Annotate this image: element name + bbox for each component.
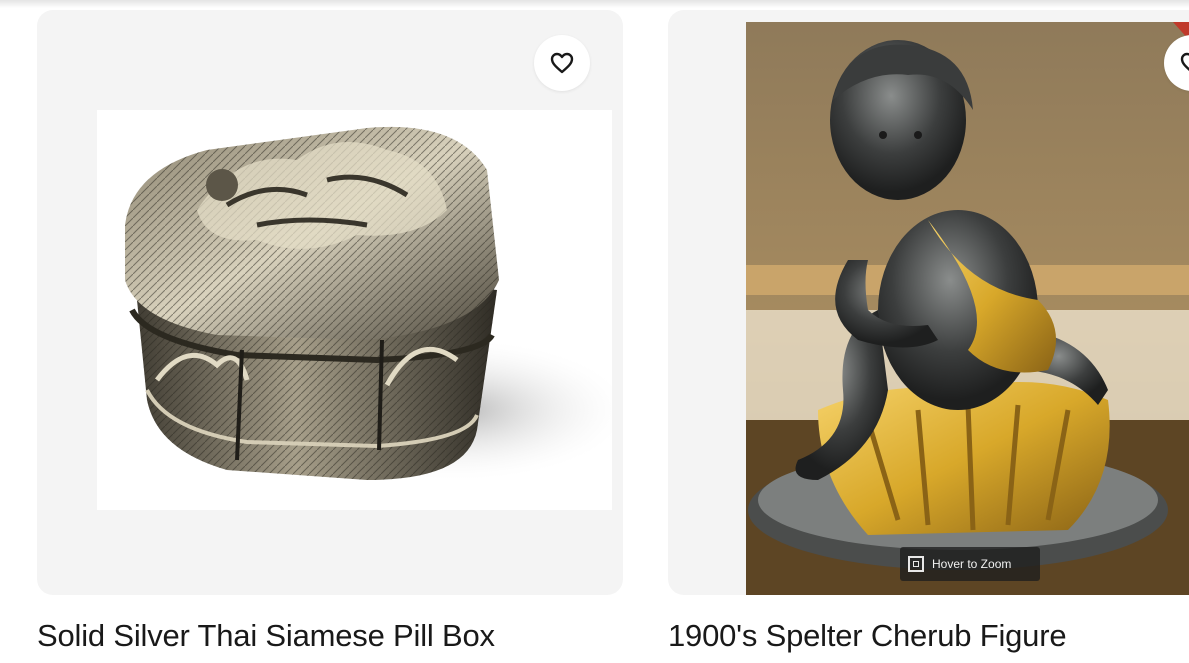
listing-title[interactable]: Solid Silver Thai Siamese Pill Box <box>37 618 495 654</box>
heart-outline-icon <box>1180 52 1189 71</box>
listing-image-frame[interactable]: Hover to Zoom <box>668 10 1189 595</box>
listing-card[interactable]: Solid Silver Thai Siamese Pill Box <box>37 10 623 653</box>
pill-box-photo[interactable] <box>37 10 623 595</box>
heart-outline-icon <box>550 52 574 74</box>
zoom-hint-label: Hover to Zoom <box>932 557 1012 571</box>
listing-image-frame[interactable] <box>37 10 623 595</box>
zoom-icon <box>908 556 924 572</box>
hover-to-zoom-hint: Hover to Zoom <box>900 547 1040 581</box>
header-shadow <box>0 0 1189 8</box>
listing-card[interactable]: Hover to Zoom 1900's Spelter Cherub Figu… <box>668 10 1189 653</box>
favorite-button[interactable] <box>534 35 590 91</box>
listing-title[interactable]: 1900's Spelter Cherub Figure <box>668 618 1067 654</box>
cherub-figure-photo[interactable] <box>668 10 1189 595</box>
